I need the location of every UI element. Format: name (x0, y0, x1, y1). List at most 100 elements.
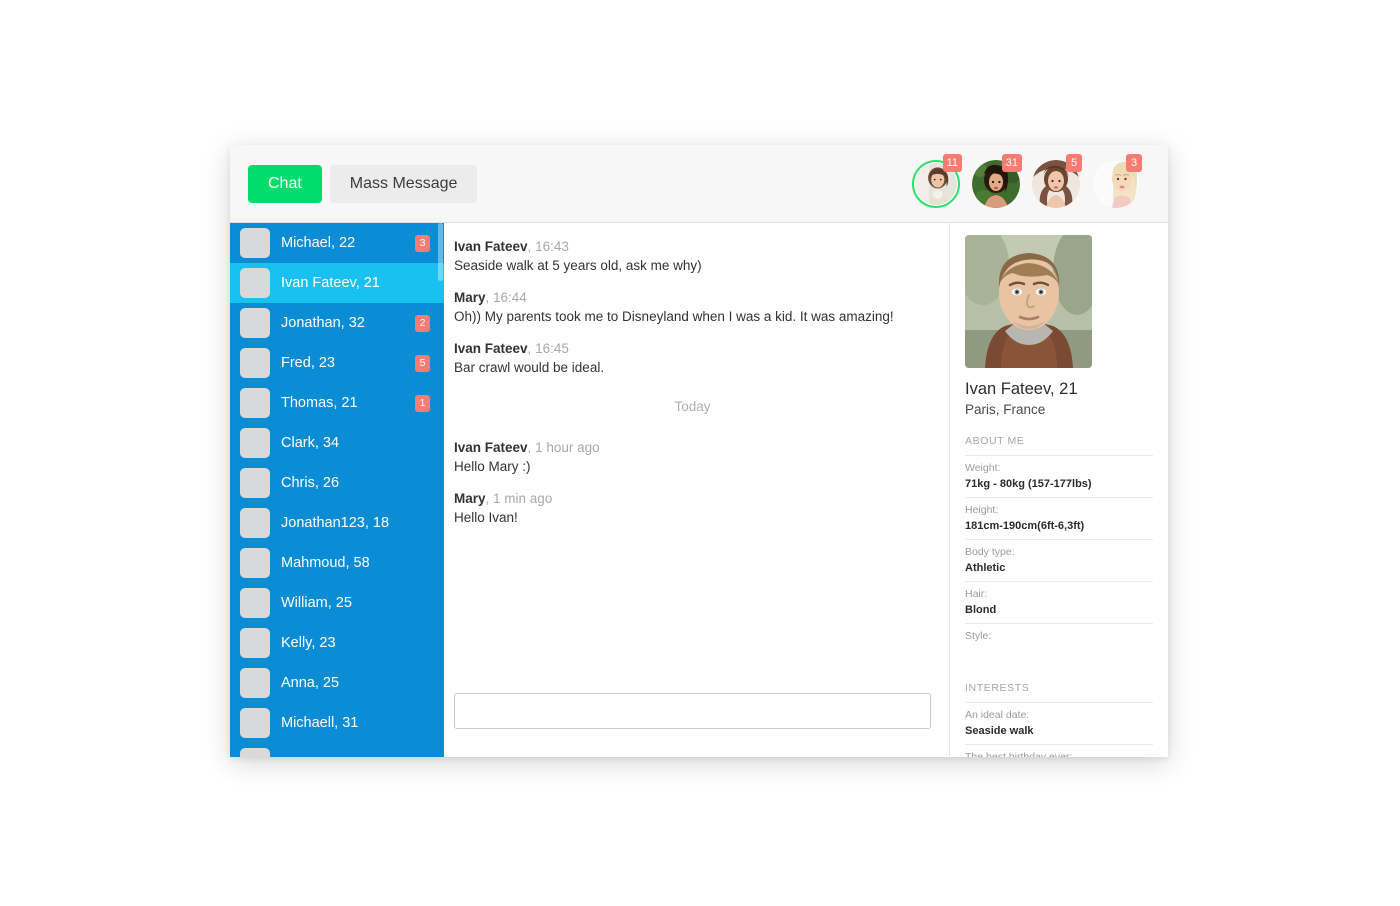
message-item: Mary, 16:44 Oh)) My parents took me to D… (454, 288, 931, 326)
conversation-thumbnail (240, 668, 270, 698)
profile-field-ideal-date: An ideal date: Seaside walk (965, 702, 1153, 744)
message-composer (444, 693, 949, 757)
conversation-item-partial[interactable] (230, 743, 444, 757)
conversation-name: Kelly, 23 (281, 635, 336, 651)
conversation-name: Jonathan123, 18 (281, 515, 390, 531)
field-label: The best birthday ever: (965, 751, 1073, 757)
message-header: Ivan Fateev, 16:43 (454, 237, 931, 256)
field-label: Weight: (965, 462, 1001, 474)
conversation-thumbnail (240, 268, 270, 298)
field-label: An ideal date: (965, 709, 1030, 721)
message-time: 16:44 (493, 290, 527, 305)
sidebar-scrollbar-thumb[interactable] (438, 223, 443, 281)
message-input[interactable] (454, 693, 931, 729)
avatar-badge: 31 (1001, 153, 1022, 172)
chat-application-window: Chat Mass Message 11 31 5 3 Michael, 22 … (230, 145, 1168, 757)
message-time: 16:43 (535, 239, 569, 254)
conversation-thumbnail (240, 228, 270, 258)
field-label: Body type: (965, 546, 1015, 558)
profile-field-body-type: Body type: Athletic (965, 539, 1153, 581)
conversation-unread-badge: 3 (415, 234, 430, 252)
message-time-separator: , (527, 440, 536, 455)
conversation-unread-badge: 2 (415, 314, 430, 332)
conversation-thumbnail (240, 708, 270, 738)
conversation-thumbnail (240, 588, 270, 618)
field-label: Height: (965, 504, 999, 516)
conversation-item-jonathan123-18[interactable]: Jonathan123, 18 (230, 503, 444, 543)
header-avatar-3[interactable]: 5 (1032, 153, 1082, 208)
message-author: Mary (454, 491, 486, 506)
conversation-item-ivan-fateev-21[interactable]: Ivan Fateev, 21 (230, 263, 444, 303)
message-author: Ivan Fateev (454, 239, 528, 254)
field-value: Athletic (965, 562, 1006, 574)
field-label: Style: (965, 630, 992, 642)
conversation-item-clark-34[interactable]: Clark, 34 (230, 423, 444, 463)
avatar-badge: 11 (942, 153, 962, 172)
conversation-item-anna-25[interactable]: Anna, 25 (230, 663, 444, 703)
tab-mass-message[interactable]: Mass Message (329, 164, 478, 203)
message-header: Mary, 1 min ago (454, 489, 931, 508)
conversation-name: Mahmoud, 58 (281, 555, 370, 571)
field-value: Blond (965, 604, 997, 616)
conversation-name: Anna, 25 (281, 675, 340, 691)
header-avatar-1[interactable]: 11 (912, 153, 962, 208)
header-avatar-2[interactable]: 31 (972, 153, 1022, 208)
conversation-name: Ivan Fateev, 21 (281, 275, 380, 291)
conversation-item-william-25[interactable]: William, 25 (230, 583, 444, 623)
chat-panel: Ivan Fateev, 16:43 Seaside walk at 5 yea… (444, 223, 950, 757)
avatar-badge: 3 (1126, 153, 1142, 172)
tab-chat[interactable]: Chat (248, 164, 322, 203)
conversation-thumbnail (240, 468, 270, 498)
message-author: Mary (454, 290, 486, 305)
conversation-thumbnail (240, 348, 270, 378)
conversation-name: William, 25 (281, 595, 352, 611)
conversation-item-chris-26[interactable]: Chris, 26 (230, 463, 444, 503)
message-text: Hello Ivan! (454, 510, 518, 525)
message-item: Ivan Fateev, 16:43 Seaside walk at 5 yea… (454, 237, 931, 275)
conversation-item-thomas-21[interactable]: Thomas, 21 1 (230, 383, 444, 423)
tab-bar: Chat Mass Message (248, 164, 478, 203)
message-time-separator: , (485, 290, 494, 305)
interests-section-title: INTERESTS (965, 682, 1030, 694)
message-time: 1 min ago (493, 491, 553, 506)
conversation-unread-badge: 5 (415, 354, 430, 372)
message-list: Ivan Fateev, 16:43 Seaside walk at 5 yea… (444, 223, 949, 693)
conversation-item-michael-22[interactable]: Michael, 22 3 (230, 223, 444, 263)
profile-panel: Ivan Fateev, 21 Paris, France ABOUT ME W… (950, 223, 1168, 757)
conversation-item-jonathan-32[interactable]: Jonathan, 32 2 (230, 303, 444, 343)
header-avatar-4[interactable]: 3 (1092, 153, 1142, 208)
conversation-item-fred-23[interactable]: Fred, 23 5 (230, 343, 444, 383)
conversation-thumbnail (240, 308, 270, 338)
message-author: Ivan Fateev (454, 341, 528, 356)
profile-photo[interactable] (965, 235, 1092, 368)
avatar-badge: 5 (1066, 153, 1082, 172)
profile-field-style: Style: (965, 623, 1153, 664)
conversation-thumbnail (240, 388, 270, 418)
message-header: Ivan Fateev, 16:45 (454, 339, 931, 358)
message-header: Mary, 16:44 (454, 288, 931, 307)
conversation-name: Clark, 34 (281, 435, 340, 451)
conversation-item-michaell-31[interactable]: Michaell, 31 (230, 703, 444, 743)
message-time-separator: , (527, 239, 536, 254)
profile-location: Paris, France (965, 402, 1046, 417)
header-avatar-list: 11 31 5 3 (912, 153, 1150, 208)
message-header: Ivan Fateev, 1 hour ago (454, 438, 931, 457)
app-body: Michael, 22 3 Ivan Fateev, 21 Jonathan, … (230, 223, 1168, 757)
day-separator: Today (674, 399, 711, 414)
profile-name: Ivan Fateev, 21 (965, 380, 1078, 398)
conversation-item-mahmoud-58[interactable]: Mahmoud, 58 (230, 543, 444, 583)
message-time: 16:45 (535, 341, 569, 356)
conversation-thumbnail (240, 748, 270, 757)
conversation-name: Jonathan, 32 (281, 315, 365, 331)
app-header: Chat Mass Message 11 31 5 3 (230, 145, 1168, 223)
conversation-thumbnail (240, 428, 270, 458)
conversation-unread-badge: 1 (415, 394, 430, 412)
conversation-sidebar: Michael, 22 3 Ivan Fateev, 21 Jonathan, … (230, 223, 444, 757)
message-text: Oh)) My parents took me to Disneyland wh… (454, 309, 894, 324)
message-text: Hello Mary :) (454, 459, 531, 474)
field-value: 181cm-190cm(6ft-6,3ft) (965, 520, 1085, 532)
conversation-name: Chris, 26 (281, 475, 340, 491)
conversation-thumbnail (240, 508, 270, 538)
conversation-item-kelly-23[interactable]: Kelly, 23 (230, 623, 444, 663)
about-me-section-title: ABOUT ME (965, 435, 1025, 447)
